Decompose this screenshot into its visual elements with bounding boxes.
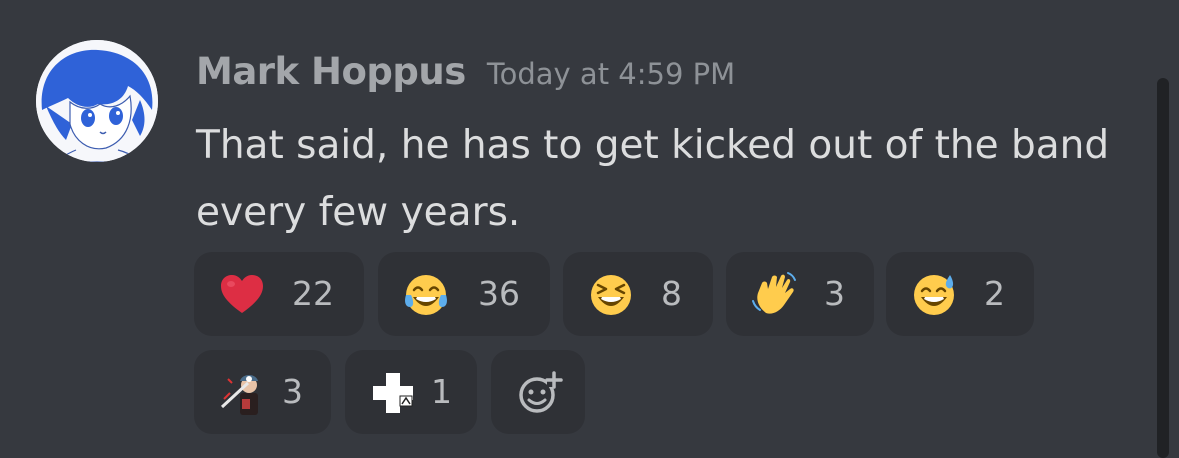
- joy-emoji-icon: [405, 275, 447, 315]
- laughing-emoji-icon: [591, 275, 631, 315]
- custom-guitar-emoji-icon: [220, 375, 258, 415]
- reaction-sweat-smile[interactable]: 2: [886, 252, 1034, 336]
- custom-cross-emoji-icon: [373, 373, 413, 413]
- sweat-smile-emoji-icon: [914, 275, 954, 315]
- reaction-count: 1: [431, 372, 452, 411]
- user-avatar[interactable]: [36, 40, 158, 162]
- add-reaction-button[interactable]: [491, 350, 585, 434]
- heart-emoji-icon: [221, 275, 263, 313]
- reaction-count: 36: [478, 274, 520, 313]
- message-header: Mark Hoppus Today at 4:59 PM: [196, 50, 735, 93]
- reaction-count: 3: [824, 274, 845, 313]
- scrollbar[interactable]: [1157, 78, 1169, 458]
- add-reaction-icon: [519, 371, 563, 413]
- reaction-count: 2: [984, 274, 1005, 313]
- timestamp[interactable]: Today at 4:59 PM: [487, 57, 735, 91]
- wave-emoji-icon: [752, 272, 796, 314]
- username[interactable]: Mark Hoppus: [196, 50, 466, 93]
- reaction-heart[interactable]: 22: [194, 252, 364, 336]
- reaction-laughing[interactable]: 8: [563, 252, 713, 336]
- message-content: That said, he has to get kicked out of t…: [196, 123, 1110, 235]
- reaction-count: 22: [292, 274, 334, 313]
- reaction-count: 3: [282, 372, 303, 411]
- avatar-image: [36, 40, 158, 162]
- reaction-wave[interactable]: 3: [726, 252, 874, 336]
- reaction-custom-guitar[interactable]: 3: [194, 350, 331, 434]
- reaction-joy[interactable]: 36: [378, 252, 550, 336]
- reaction-custom-cross[interactable]: 1: [345, 350, 477, 434]
- reaction-count: 8: [661, 274, 682, 313]
- chat-message: Mark Hoppus Today at 4:59 PM That said, …: [0, 0, 1179, 458]
